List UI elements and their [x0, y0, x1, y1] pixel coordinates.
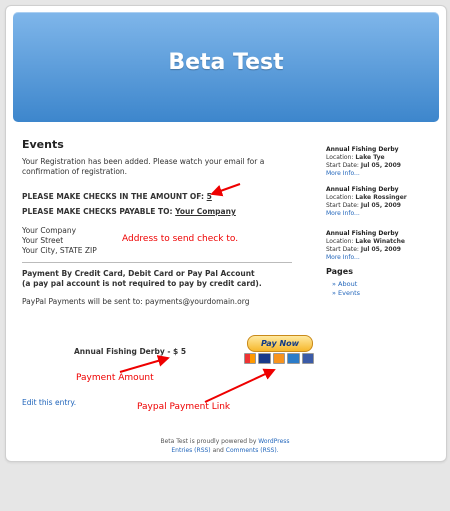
arrow-icon: [119, 355, 170, 373]
arrow-icon: [204, 368, 276, 403]
annotation-arrows: [119, 183, 276, 403]
arrow-icon: [210, 183, 241, 197]
